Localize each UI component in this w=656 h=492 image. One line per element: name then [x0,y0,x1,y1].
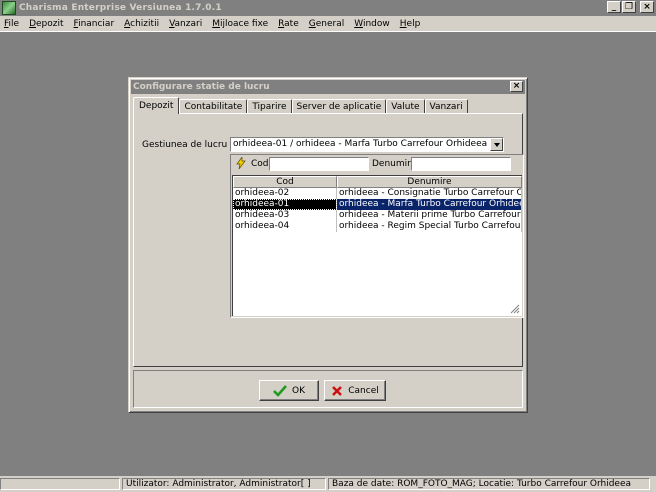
dialog-button-area: OK Cancel [133,370,523,408]
restore-button[interactable]: ❐ [622,1,636,13]
menu-achizitii[interactable]: Achizitii [120,19,165,29]
tab-panel-depozit: Gestiunea de lucru orhideea-01 / orhidee… [133,113,524,367]
ok-button[interactable]: OK [259,380,319,401]
menu-file[interactable]: File [0,19,25,29]
cell-denumire: orhideea - Consignatie Turbo Carrefour O… [337,188,522,199]
cod-filter-label: Cod [251,159,269,169]
column-header-cod[interactable]: Cod [233,176,337,188]
denumire-filter-input[interactable] [411,157,511,171]
cell-cod: orhideea-03 [233,210,337,221]
filter-bar: Cod Denumire [231,155,523,173]
tab-vanzari[interactable]: Vanzari [424,99,468,113]
dialog-title: Configurare statie de lucru [133,82,270,92]
cell-denumire: orhideea - Regim Special Turbo Carrefour… [339,221,522,232]
cod-filter-input[interactable] [269,157,369,171]
cell-denumire: orhideea - Marfa Turbo Carrefour Orhidee… [339,199,522,210]
configure-workstation-dialog: Configurare statie de lucru × Depozit Co… [128,77,528,413]
close-button[interactable]: × [640,1,654,13]
cell-cod: orhideea-01 [233,199,337,210]
tab-tiparire[interactable]: Tiparire [247,99,292,113]
menu-depozit[interactable]: Depozit [25,19,69,29]
status-user: Utilizator: Administrator, Administrator… [122,478,326,490]
menu-general[interactable]: General [305,19,350,29]
menu-vanzari[interactable]: Vanzari [165,19,208,29]
ok-button-label: OK [292,385,305,396]
cancel-button[interactable]: Cancel [324,380,386,401]
resize-grip-icon[interactable] [510,304,520,314]
restore-icon: ❐ [624,1,634,12]
dropdown-arrow-button[interactable] [490,138,503,151]
table-row[interactable]: orhideea-03 orhideea - Materii prime Tur… [233,210,522,221]
lightning-filter-icon[interactable] [235,157,247,169]
app-title-bar[interactable]: Charisma Enterprise Versiunea 1.7.0.1 _ … [0,0,656,16]
cell-cod: orhideea-02 [233,188,337,199]
app-icon[interactable] [2,1,16,15]
cancel-button-label: Cancel [348,385,379,396]
chevron-down-icon [493,142,500,147]
grid-header: Cod Denumire [233,176,522,188]
close-icon: × [643,1,651,12]
menu-help[interactable]: Help [396,19,427,29]
window-controls: _ ❐ × [607,1,654,13]
table-row-selected[interactable]: orhideea-01 orhideea - Marfa Turbo Carre… [233,199,522,210]
menu-financiar[interactable]: Financiar [70,19,121,29]
minimize-button[interactable]: _ [607,1,621,13]
gestiune-value: orhideea-01 / orhideea - Marfa Turbo Car… [233,139,488,149]
table-row[interactable]: orhideea-02 orhideea - Consignatie Turbo… [233,188,522,199]
gestiune-lookup-panel: Cod Denumire Cod Denumire orhideea-02 or… [230,154,524,318]
menu-window[interactable]: Window [350,19,396,29]
menu-rate[interactable]: Rate [274,19,305,29]
status-panel-empty [0,478,120,490]
tab-server-de-aplicatie[interactable]: Server de aplicatie [291,99,387,113]
tab-strip: Depozit Contabilitate Tiparire Server de… [133,97,468,114]
tab-contabilitate[interactable]: Contabilitate [179,99,248,113]
gestiune-dropdown[interactable]: orhideea-01 / orhideea - Marfa Turbo Car… [230,137,504,152]
close-icon: × [512,81,521,91]
app-title: Charisma Enterprise Versiunea 1.7.0.1 [19,3,222,13]
gestiune-grid[interactable]: Cod Denumire orhideea-02 orhideea - Cons… [232,175,522,316]
tab-depozit[interactable]: Depozit [133,97,180,114]
tab-valute[interactable]: Valute [386,99,425,113]
dialog-close-button[interactable]: × [510,81,523,92]
table-row[interactable]: orhideea-04 orhideea - Regim Special Tur… [233,221,522,232]
status-database-location: Baza de date: ROM_FOTO_MAG; Locatie: Tur… [328,478,650,490]
minimize-icon: _ [611,1,617,12]
menu-mijloace-fixe[interactable]: Mijloace fixe [208,19,274,29]
cell-denumire: orhideea - Materii prime Turbo Carrefour… [339,210,522,221]
column-header-denumire[interactable]: Denumire [337,176,522,188]
dialog-title-bar[interactable]: Configurare statie de lucru × [131,80,525,94]
denumire-filter-label: Denumire [372,159,417,169]
gestiune-label: Gestiunea de lucru [142,140,228,150]
red-x-icon [332,385,343,396]
menu-bar: File Depozit Financiar Achizitii Vanzari… [0,16,656,32]
status-bar: Utilizator: Administrator, Administrator… [0,476,656,492]
cell-cod: orhideea-04 [233,221,337,232]
checkmark-icon [273,384,287,397]
